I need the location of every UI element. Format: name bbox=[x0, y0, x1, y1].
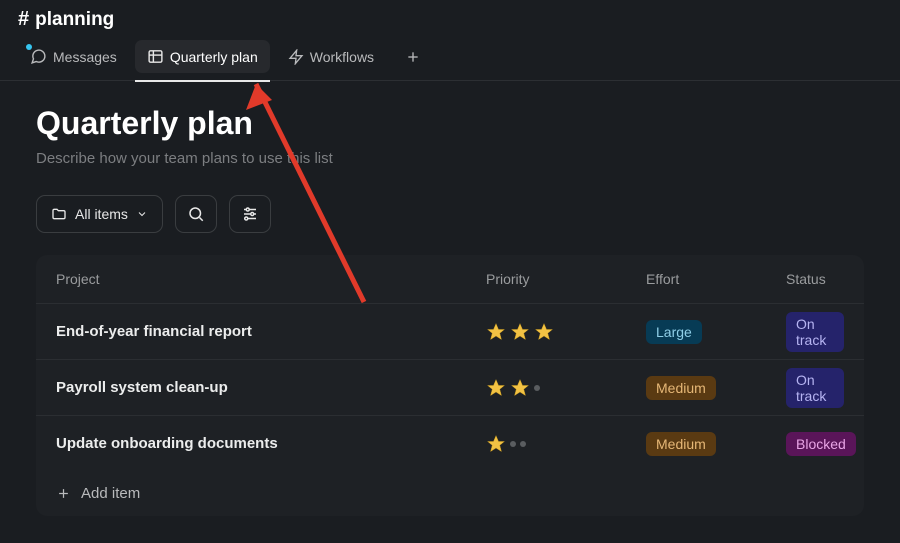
add-item-label: Add item bbox=[81, 485, 140, 502]
col-status[interactable]: Status bbox=[786, 271, 844, 287]
tab-label: Quarterly plan bbox=[170, 49, 258, 65]
star-icon bbox=[510, 322, 530, 342]
filter-button[interactable] bbox=[229, 195, 271, 233]
status-chip: On track bbox=[786, 368, 844, 408]
cell-priority[interactable] bbox=[486, 322, 646, 342]
status-chip: Blocked bbox=[786, 432, 856, 456]
cell-effort[interactable]: Large bbox=[646, 320, 786, 344]
list-icon bbox=[147, 48, 164, 65]
col-priority[interactable]: Priority bbox=[486, 271, 646, 287]
cell-status[interactable]: On track bbox=[786, 312, 844, 352]
add-tab-button[interactable] bbox=[398, 42, 428, 72]
star-empty-icon bbox=[520, 441, 526, 447]
channel-name[interactable]: planning bbox=[35, 9, 114, 31]
tab-bar: Messages Quarterly plan Workflows bbox=[0, 33, 900, 81]
cell-project[interactable]: End-of-year financial report bbox=[56, 323, 486, 340]
star-icon bbox=[534, 322, 554, 342]
star-icon bbox=[510, 378, 530, 398]
star-icon bbox=[486, 322, 506, 342]
cell-project[interactable]: Update onboarding documents bbox=[56, 435, 486, 452]
add-item-button[interactable]: Add item bbox=[36, 471, 864, 516]
tab-workflows[interactable]: Workflows bbox=[276, 41, 386, 73]
list-table: Project Priority Effort Status End-of-ye… bbox=[36, 255, 864, 516]
list-toolbar: All items bbox=[36, 195, 864, 233]
cell-effort[interactable]: Medium bbox=[646, 432, 786, 456]
col-project[interactable]: Project bbox=[56, 271, 486, 287]
cell-status[interactable]: Blocked bbox=[786, 432, 856, 456]
col-effort[interactable]: Effort bbox=[646, 271, 786, 287]
messages-icon bbox=[30, 48, 47, 65]
star-icon bbox=[486, 378, 506, 398]
cell-project[interactable]: Payroll system clean-up bbox=[56, 379, 486, 396]
bolt-icon bbox=[288, 49, 304, 65]
search-button[interactable] bbox=[175, 195, 217, 233]
star-empty-icon bbox=[510, 441, 516, 447]
page-subtitle[interactable]: Describe how your team plans to use this… bbox=[36, 150, 864, 167]
channel-hash-icon: # bbox=[18, 8, 29, 31]
tab-label: Messages bbox=[53, 49, 117, 65]
filter-icon bbox=[241, 205, 259, 223]
tab-messages[interactable]: Messages bbox=[18, 40, 129, 73]
table-row[interactable]: Update onboarding documents Medium Blocked bbox=[36, 415, 864, 471]
effort-chip: Medium bbox=[646, 376, 716, 400]
cell-effort[interactable]: Medium bbox=[646, 376, 786, 400]
table-row[interactable]: End-of-year financial report Large On trac… bbox=[36, 303, 864, 359]
list-header-row: Project Priority Effort Status bbox=[36, 255, 864, 303]
plus-icon bbox=[56, 486, 71, 501]
effort-chip: Large bbox=[646, 320, 702, 344]
status-chip: On track bbox=[786, 312, 844, 352]
tab-quarterly-plan[interactable]: Quarterly plan bbox=[135, 40, 270, 73]
page-title: Quarterly plan bbox=[36, 105, 864, 142]
cell-priority[interactable] bbox=[486, 434, 646, 454]
unread-dot-icon bbox=[26, 44, 32, 50]
cell-priority[interactable] bbox=[486, 378, 646, 398]
chevron-down-icon bbox=[136, 208, 148, 220]
cell-status[interactable]: On track bbox=[786, 368, 844, 408]
view-filter-button[interactable]: All items bbox=[36, 195, 163, 233]
search-icon bbox=[187, 205, 205, 223]
table-row[interactable]: Payroll system clean-up Medium On track bbox=[36, 359, 864, 415]
view-filter-label: All items bbox=[75, 206, 128, 222]
tab-label: Workflows bbox=[310, 49, 374, 65]
star-icon bbox=[486, 434, 506, 454]
star-empty-icon bbox=[534, 385, 540, 391]
effort-chip: Medium bbox=[646, 432, 716, 456]
folder-icon bbox=[51, 206, 67, 222]
